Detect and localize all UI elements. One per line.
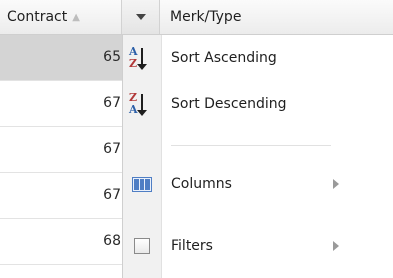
menu-item-columns[interactable]: Columns xyxy=(123,161,393,207)
table-row[interactable]: 68 xyxy=(0,219,130,265)
table-row[interactable]: 67 xyxy=(0,81,130,127)
contract-cell: 68 xyxy=(103,233,121,249)
columns-icon xyxy=(132,176,152,192)
grid-screen: Contract ▲ Merk/Type 65 67 67 67 68 A Z … xyxy=(0,0,393,278)
grid-header: Contract ▲ Merk/Type xyxy=(0,0,393,35)
table-row[interactable]: 65 xyxy=(0,35,130,81)
column-menu: A Z Sort Ascending Z A Sort Descending C… xyxy=(122,35,393,278)
contract-cell: 67 xyxy=(103,95,121,111)
menu-item-label: Sort Descending xyxy=(171,96,287,112)
contract-cell: 67 xyxy=(103,141,121,157)
table-row[interactable]: 67 xyxy=(0,173,130,219)
column-header-merk-type[interactable]: Merk/Type xyxy=(160,0,393,34)
column-menu-trigger[interactable] xyxy=(122,0,160,34)
menu-item-label: Sort Ascending xyxy=(171,50,277,66)
menu-item-label: Columns xyxy=(171,176,232,192)
submenu-arrow-icon xyxy=(333,179,339,189)
column-header-merk-type-label: Merk/Type xyxy=(170,9,242,25)
dropdown-arrow-icon xyxy=(135,14,146,20)
menu-item-sort-descending[interactable]: Z A Sort Descending xyxy=(123,81,393,127)
menu-item-label: Filters xyxy=(171,238,213,254)
sort-ascending-icon: A Z xyxy=(127,43,157,73)
column-header-contract-label: Contract xyxy=(7,9,68,25)
menu-item-filters[interactable]: Filters xyxy=(123,223,393,269)
submenu-arrow-icon xyxy=(333,241,339,251)
contract-cell: 67 xyxy=(103,187,121,203)
sort-indicator-icon: ▲ xyxy=(72,11,80,23)
table-row[interactable]: 67 xyxy=(0,127,130,173)
menu-separator xyxy=(171,145,331,146)
grid-body: 65 67 67 67 68 xyxy=(0,35,130,265)
sort-descending-icon: Z A xyxy=(127,89,157,119)
filter-checkbox-icon[interactable] xyxy=(134,238,150,254)
column-header-contract[interactable]: Contract ▲ xyxy=(0,0,122,34)
contract-cell: 65 xyxy=(103,49,121,65)
menu-item-sort-ascending[interactable]: A Z Sort Ascending xyxy=(123,35,393,81)
